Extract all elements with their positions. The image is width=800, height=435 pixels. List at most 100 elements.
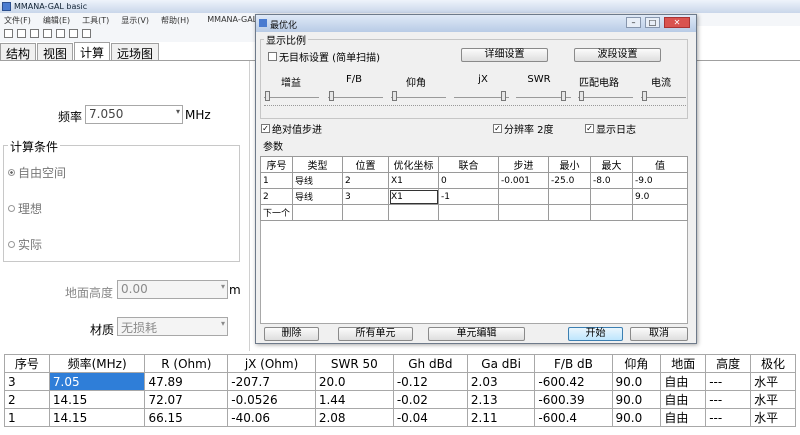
cell-selected[interactable]: 7.05 [48, 372, 146, 391]
cell[interactable]: 导线 [292, 188, 344, 205]
cell[interactable] [292, 204, 344, 221]
delete-button[interactable]: 删除 [264, 327, 319, 341]
freq-input[interactable]: 7.050 ▾ [85, 105, 183, 124]
cell[interactable]: -9.0 [632, 172, 688, 189]
chevron-down-icon[interactable]: ▾ [176, 107, 180, 116]
cell[interactable]: -600.4 [534, 408, 613, 427]
cell[interactable]: 1 [4, 408, 50, 427]
tab-view[interactable]: 视图 [37, 43, 74, 61]
cell[interactable]: 水平 [750, 390, 796, 409]
chevron-down-icon[interactable]: ▾ [221, 319, 225, 328]
cell[interactable]: X1 [388, 172, 440, 189]
calc-icon[interactable] [56, 29, 65, 38]
slider-current[interactable] [642, 91, 647, 101]
cell[interactable]: -0.12 [392, 372, 468, 391]
cell[interactable]: 20.0 [314, 372, 394, 391]
col-header[interactable]: 序号 [4, 354, 50, 373]
slider-gain[interactable] [265, 91, 270, 101]
tab-calc[interactable]: 计算 [74, 42, 111, 61]
element-edit-button[interactable]: 单元编辑 [428, 327, 525, 341]
cell[interactable]: -600.42 [534, 372, 613, 391]
cell[interactable]: 导线 [292, 172, 344, 189]
detail-settings-button[interactable]: 详细设置 [461, 48, 548, 62]
menu-edit[interactable]: 编辑(E) [43, 15, 70, 26]
no-target-checkbox[interactable]: 无目标设置 (简单扫描) [268, 49, 380, 64]
cell[interactable]: 自由 [660, 408, 707, 427]
cell[interactable]: -0.0526 [227, 390, 316, 409]
cell[interactable] [498, 204, 550, 221]
cell[interactable] [498, 188, 550, 205]
cell[interactable]: 2 [342, 172, 390, 189]
band-settings-button[interactable]: 波段设置 [574, 48, 661, 62]
cell[interactable] [590, 188, 634, 205]
table-row[interactable]: 3 7.05 47.89 -207.7 20.0 -0.12 2.03 -600… [4, 372, 796, 391]
cell[interactable]: -207.7 [227, 372, 316, 391]
col-header[interactable]: R (Ohm) [144, 354, 229, 373]
close-icon[interactable]: ✕ [664, 17, 690, 28]
slider-elevation[interactable] [392, 91, 397, 101]
cell[interactable]: 9.0 [632, 188, 688, 205]
cancel-button[interactable]: 取消 [630, 327, 688, 341]
cell[interactable]: 72.07 [144, 390, 229, 409]
cell[interactable]: 14.15 [48, 390, 146, 409]
col-header[interactable]: 地面 [660, 354, 707, 373]
material-select[interactable]: 无损耗 ▾ [117, 317, 228, 336]
table-row[interactable]: 2 导线 3 X1 -1 9.0 [259, 188, 688, 205]
table-row[interactable]: 1 14.15 66.15 -40.06 2.08 -0.04 2.11 -60… [4, 408, 796, 427]
slider-swr[interactable] [561, 91, 566, 101]
cell[interactable]: -1 [438, 188, 500, 205]
col-header[interactable]: SWR 50 [314, 354, 394, 373]
maximize-icon[interactable]: □ [645, 17, 660, 28]
slider-fb[interactable] [329, 91, 334, 101]
start-button[interactable]: 开始 [568, 327, 623, 341]
col-header[interactable]: 仰角 [611, 354, 662, 373]
cell[interactable] [388, 204, 440, 221]
ground-height-input[interactable]: 0.00 ▾ [117, 280, 228, 299]
menu-file[interactable]: 文件(F) [4, 15, 31, 26]
cell[interactable]: 3 [342, 188, 390, 205]
cell[interactable]: --- [705, 408, 752, 427]
table-row[interactable]: 1 导线 2 X1 0 -0.001 -25.0 -8.0 -9.0 [259, 172, 688, 189]
col-header[interactable]: 频率(MHz) [48, 354, 146, 373]
chevron-down-icon[interactable]: ▾ [221, 282, 225, 291]
cell[interactable]: -600.39 [534, 390, 613, 409]
cell[interactable]: 自由 [660, 390, 707, 409]
radio-ideal[interactable]: 理想 [8, 200, 42, 217]
table-row[interactable]: 2 14.15 72.07 -0.0526 1.44 -0.02 2.13 -6… [4, 390, 796, 409]
new-icon[interactable] [4, 29, 13, 38]
cell[interactable]: 1.44 [314, 390, 394, 409]
print-icon[interactable] [43, 29, 52, 38]
cell[interactable] [590, 204, 634, 221]
cell[interactable]: -0.001 [498, 172, 550, 189]
radio-real[interactable]: 实际 [8, 236, 42, 253]
col-header[interactable]: F/B dB [534, 354, 613, 373]
cell[interactable]: --- [705, 390, 752, 409]
tab-structure[interactable]: 结构 [0, 43, 37, 61]
cell[interactable]: 0 [438, 172, 500, 189]
cell[interactable]: 自由 [660, 372, 707, 391]
next-cell[interactable]: 下一个 [259, 204, 294, 221]
cell[interactable]: 90.0 [611, 408, 662, 427]
cell[interactable]: -25.0 [548, 172, 592, 189]
col-header[interactable]: 高度 [705, 354, 752, 373]
menu-view[interactable]: 显示(V) [121, 15, 149, 26]
tab-farfield[interactable]: 远场图 [111, 43, 160, 61]
cell[interactable] [438, 204, 500, 221]
menu-tools[interactable]: 工具(T) [82, 15, 109, 26]
cell[interactable]: -40.06 [227, 408, 316, 427]
menu-help[interactable]: 帮助(H) [161, 15, 189, 26]
cell[interactable]: 2.03 [466, 372, 536, 391]
cell[interactable]: 90.0 [611, 390, 662, 409]
cell[interactable]: 水平 [750, 372, 796, 391]
cell[interactable]: 1 [259, 172, 294, 189]
chart-icon[interactable] [69, 29, 78, 38]
cell[interactable] [548, 188, 592, 205]
table-row[interactable]: 下一个 [259, 204, 688, 221]
slider-match[interactable] [579, 91, 584, 101]
col-header[interactable]: 极化 [750, 354, 796, 373]
radio-free-space[interactable]: 自由空间 [8, 164, 66, 181]
cell[interactable]: 3 [4, 372, 50, 391]
cell[interactable]: -8.0 [590, 172, 634, 189]
resolution-checkbox[interactable]: ✓ 分辨率 2度 [493, 121, 554, 136]
cell[interactable]: 2 [4, 390, 50, 409]
